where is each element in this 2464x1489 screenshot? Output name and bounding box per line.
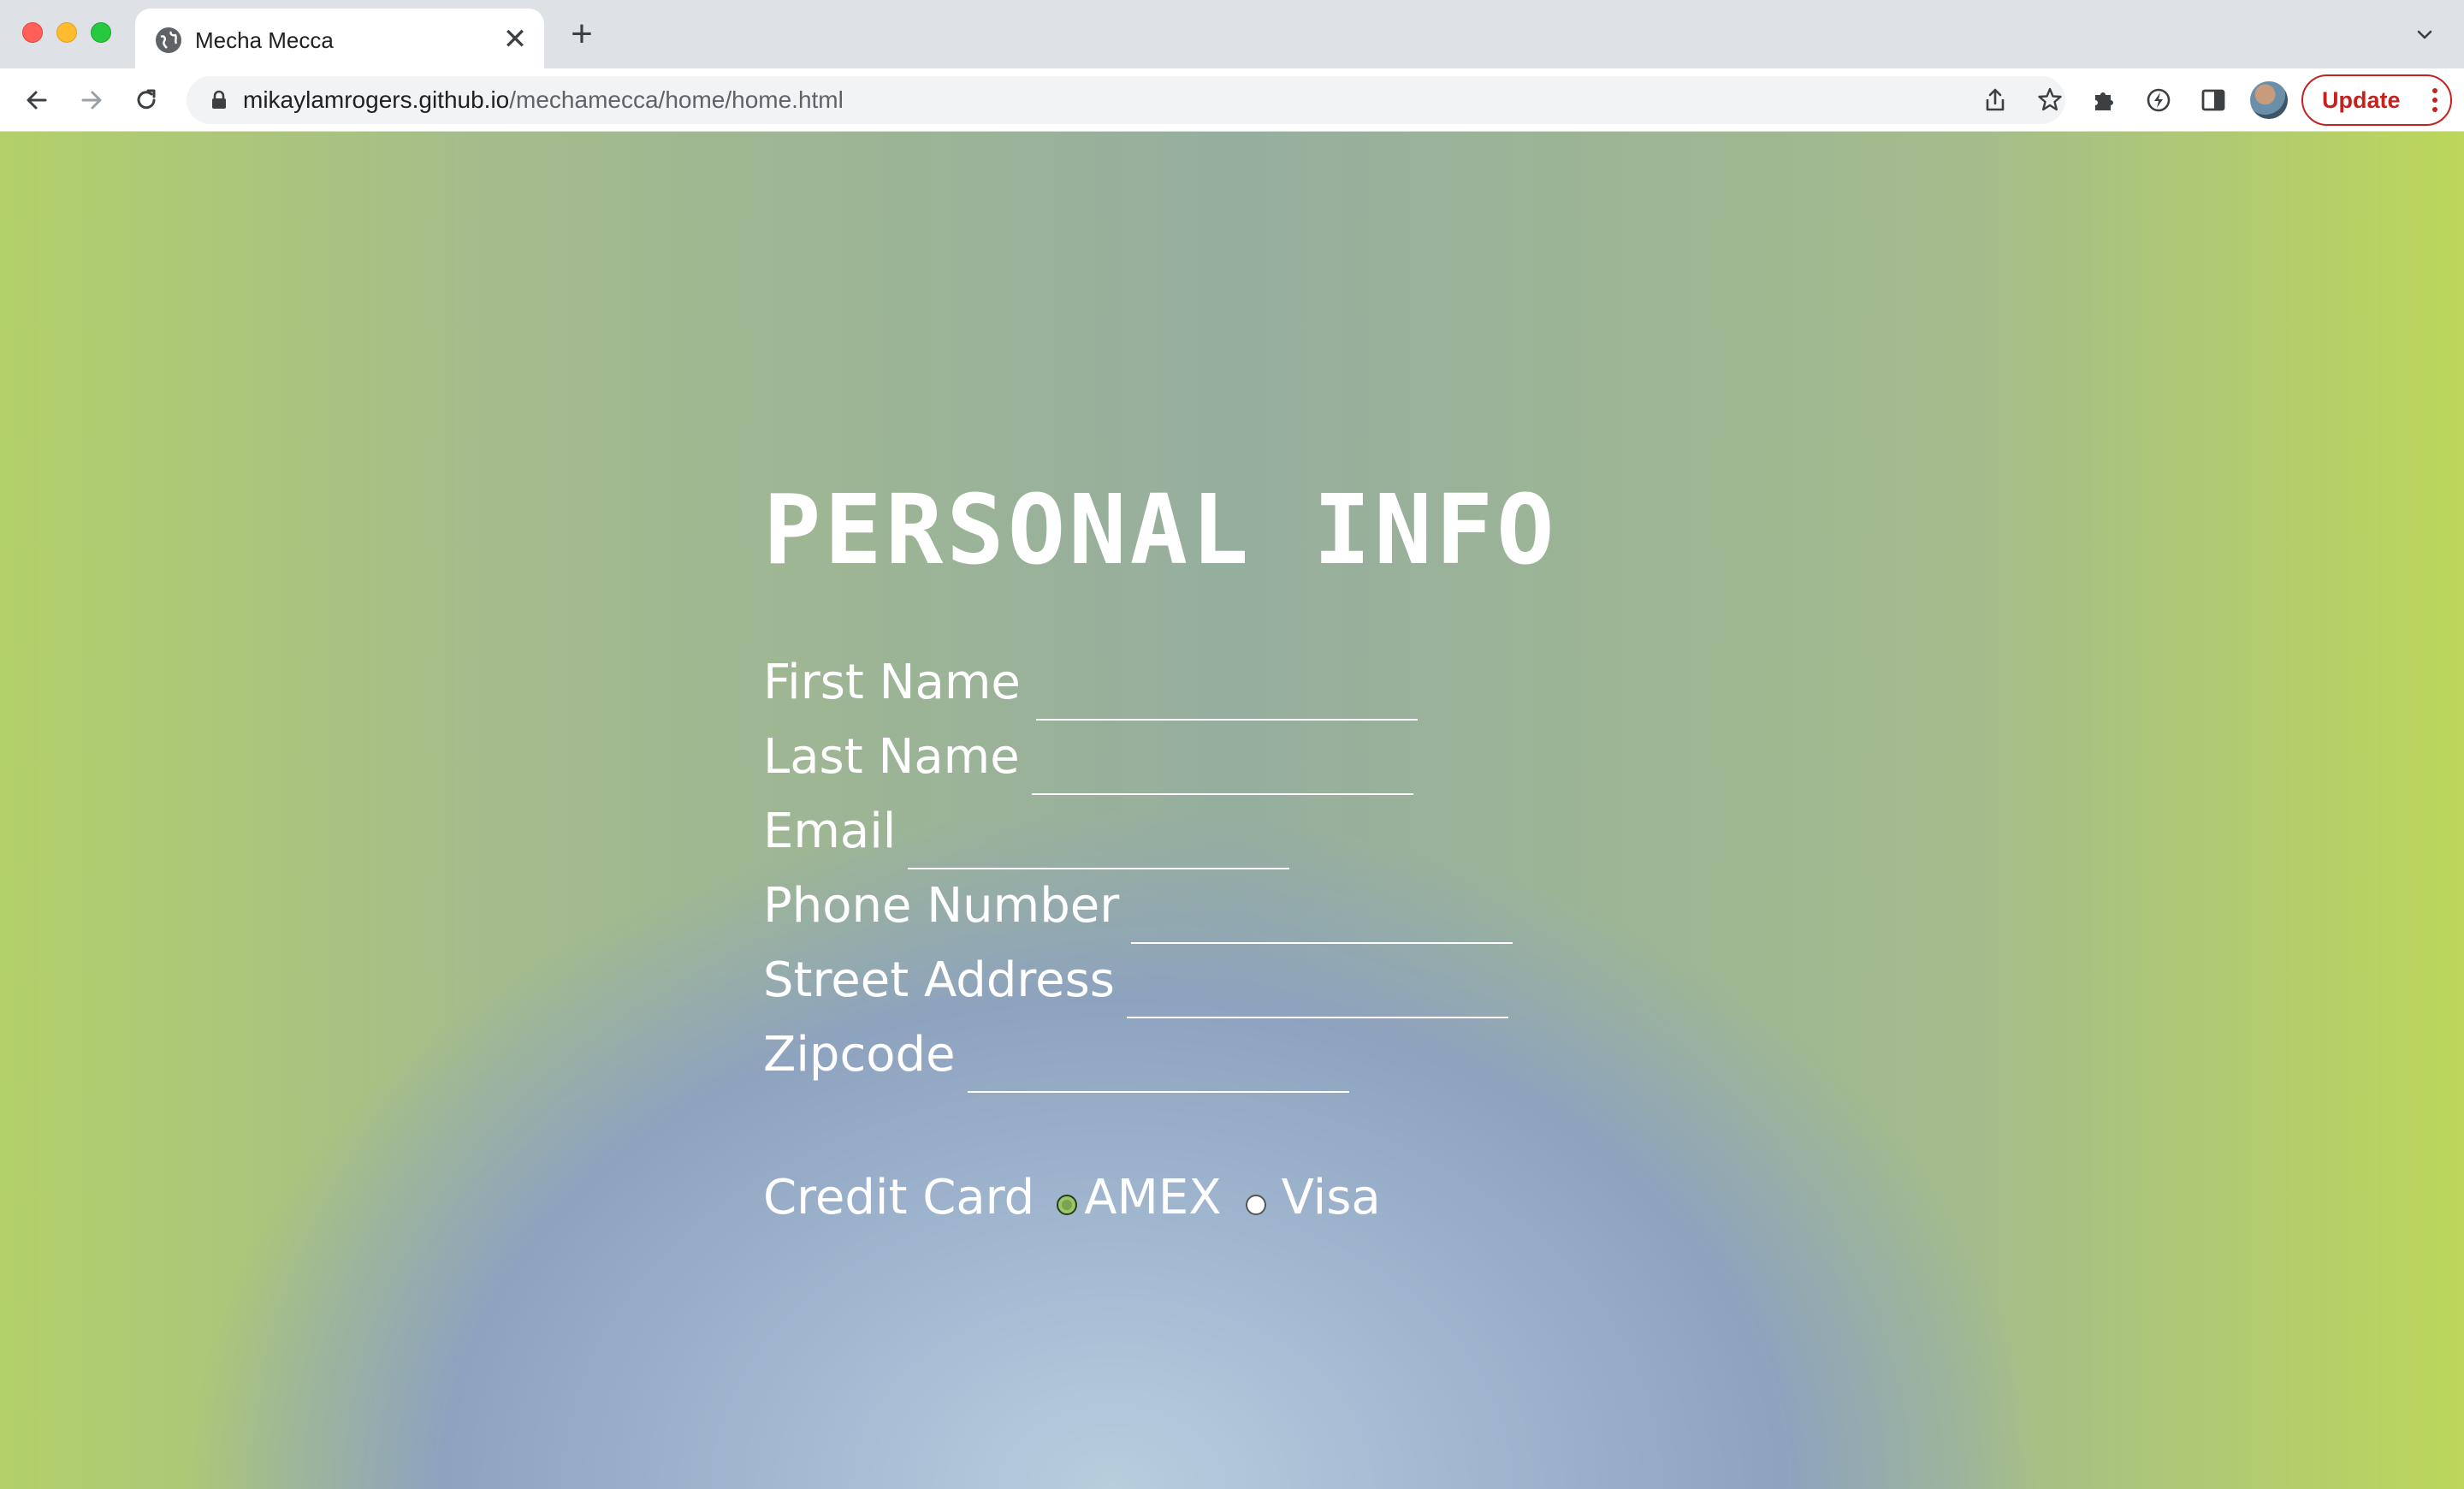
tab-search-chevron-icon[interactable] — [2411, 21, 2438, 48]
email-input[interactable] — [908, 804, 1290, 869]
url-path: /mechamecca/home/home.html — [509, 86, 844, 113]
url-text[interactable]: mikaylamrogers.github.io/mechamecca/home… — [243, 86, 844, 114]
street-address-row: Street Address — [763, 952, 1508, 1018]
extensions-puzzle-icon[interactable] — [2084, 80, 2123, 120]
tab-strip: Mecha Mecca ✕ + — [0, 0, 2464, 70]
browser-toolbar: mikaylamrogers.github.io/mechamecca/home… — [0, 68, 2464, 132]
url-host: mikaylamrogers.github.io — [243, 86, 510, 113]
email-row: Email — [763, 804, 1290, 869]
back-arrow-icon[interactable] — [17, 80, 56, 120]
share-icon[interactable] — [1980, 85, 2011, 116]
email-label: Email — [763, 804, 897, 859]
tab-title: Mecha Mecca — [195, 27, 334, 53]
last-name-row: Last Name — [763, 729, 1413, 795]
visa-label[interactable]: Visa — [1282, 1171, 1381, 1225]
phone-number-label: Phone Number — [763, 878, 1120, 934]
more-vertical-icon[interactable] — [2431, 88, 2438, 112]
window-close-button[interactable] — [22, 22, 43, 43]
new-tab-button[interactable]: + — [565, 15, 599, 53]
zipcode-input[interactable] — [967, 1028, 1349, 1093]
last-name-input[interactable] — [1031, 730, 1413, 795]
first-name-label: First Name — [763, 655, 1021, 710]
reload-icon[interactable] — [127, 80, 166, 120]
street-address-input[interactable] — [1126, 953, 1508, 1018]
browser-tab-active[interactable]: Mecha Mecca ✕ — [135, 9, 544, 70]
update-button[interactable]: Update — [2301, 74, 2452, 126]
street-address-label: Street Address — [763, 952, 1115, 1008]
tab-close-icon[interactable]: ✕ — [498, 22, 532, 56]
forward-arrow-icon[interactable] — [72, 80, 111, 120]
address-bar[interactable]: mikaylamrogers.github.io/mechamecca/home… — [187, 76, 2065, 124]
side-panel-icon[interactable] — [2194, 80, 2233, 120]
page-content: PERSONAL INFO First Name Last Name Email… — [0, 132, 2464, 1489]
last-name-label: Last Name — [763, 729, 1020, 785]
first-name-row: First Name — [763, 655, 1418, 721]
performance-bolt-icon[interactable] — [2139, 80, 2178, 120]
page-title: PERSONAL INFO — [763, 475, 1558, 586]
window-maximize-button[interactable] — [91, 22, 111, 43]
phone-number-input[interactable] — [1131, 879, 1513, 944]
update-label: Update — [2322, 86, 2401, 113]
credit-card-label: Credit Card — [763, 1170, 1035, 1225]
globe-icon — [156, 27, 181, 53]
bookmark-star-icon[interactable] — [2035, 85, 2065, 116]
visa-radio[interactable] — [1245, 1195, 1266, 1215]
first-name-input[interactable] — [1035, 656, 1418, 721]
credit-card-row: Credit Card AMEX Visa — [763, 1171, 1381, 1231]
amex-radio[interactable] — [1057, 1195, 1078, 1215]
zipcode-label: Zipcode — [763, 1027, 956, 1083]
phone-number-row: Phone Number — [763, 878, 1513, 944]
amex-label[interactable]: AMEX — [1084, 1171, 1221, 1225]
lock-icon[interactable] — [207, 88, 231, 112]
zipcode-row: Zipcode — [763, 1027, 1349, 1093]
window-minimize-button[interactable] — [56, 22, 77, 43]
profile-avatar[interactable] — [2250, 81, 2288, 119]
